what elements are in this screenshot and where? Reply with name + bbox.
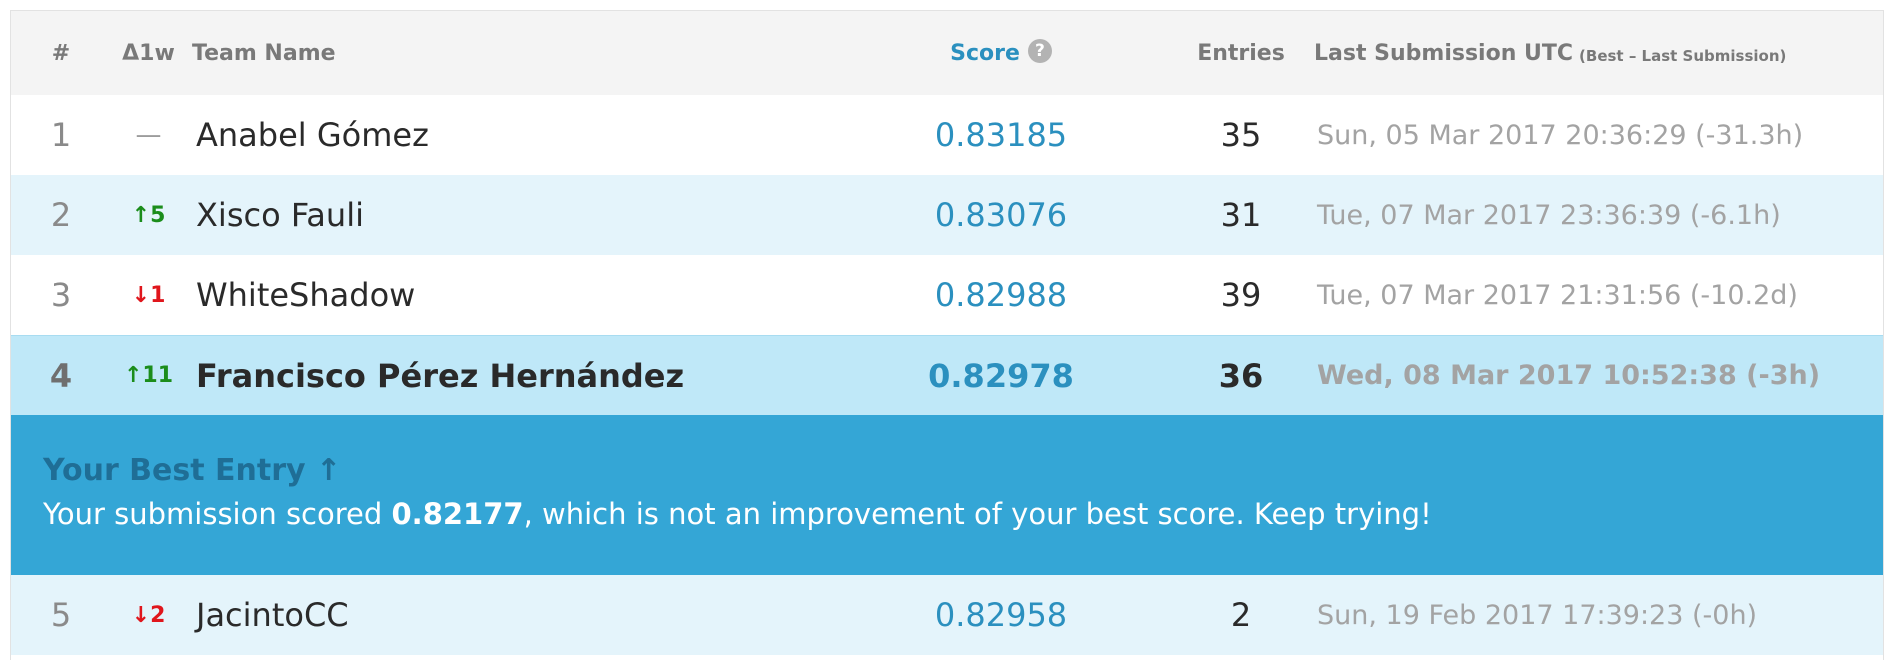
banner-message: Your submission scored 0.82177, which is… [43,497,1432,531]
header-last-submission[interactable]: Last Submission UTC (Best – Last Submiss… [1314,11,1883,95]
header-last-label: Last Submission UTC [1314,40,1574,66]
arrow-down-icon: ↓ [131,282,151,308]
delta-cell: ↓ 2 [111,575,186,655]
delta-cell: — [111,95,186,175]
delta-value: 5 [150,202,166,228]
header-score-label: Score [950,40,1020,66]
header-entries[interactable]: Entries [1141,11,1341,95]
score-cell: 0.82978 [928,356,1074,395]
header-team-name[interactable]: Team Name [192,11,892,95]
table-row[interactable]: 2 ↑ 5 Xisco Fauli 0.83076 31 Tue, 07 Mar … [11,175,1883,255]
last-submission-cell: Sun, 19 Feb 2017 17:39:23 (-0h) [1317,599,1758,631]
table-row[interactable]: 5 ↓ 2 JacintoCC 0.82958 2 Sun, 19 Feb 201… [11,575,1883,655]
entries-cell: 2 [1230,596,1252,634]
header-delta[interactable]: Δ1w [111,11,186,95]
delta-value: 2 [150,602,166,628]
delta-value: 1 [150,282,166,308]
leaderboard-header: # Δ1w Team Name Score ? Entries Last Sub… [11,11,1883,95]
team-name-link[interactable]: Francisco Pérez Hernández [196,336,896,415]
arrow-up-icon: ↑ [131,202,151,228]
entries-cell: 35 [1220,116,1262,154]
rank-cell: 3 [50,276,72,314]
last-submission-cell: Tue, 07 Mar 2017 23:36:39 (-6.1h) [1317,199,1781,231]
last-submission-cell: Sun, 05 Mar 2017 20:36:29 (-31.3h) [1317,119,1804,151]
rank-cell: 2 [50,196,72,234]
entries-cell: 39 [1220,276,1262,314]
no-change-dash: — [135,120,162,150]
score-cell: 0.82958 [934,596,1068,634]
score-cell: 0.82988 [934,276,1068,314]
last-submission-cell: Wed, 08 Mar 2017 10:52:38 (-3h) [1317,360,1821,391]
header-score[interactable]: Score ? [891,11,1111,95]
team-name-link[interactable]: Anabel Gómez [196,95,896,175]
entries-cell: 31 [1220,196,1262,234]
score-cell: 0.83076 [934,196,1068,234]
leaderboard: # Δ1w Team Name Score ? Entries Last Sub… [10,10,1884,660]
last-submission-cell: Tue, 07 Mar 2017 21:31:56 (-10.2d) [1317,279,1798,311]
delta-cell: ↑ 5 [111,175,186,255]
table-row[interactable]: 1 — Anabel Gómez 0.83185 35 Sun, 05 Mar … [11,95,1883,175]
rank-cell: 1 [50,116,72,154]
help-icon[interactable]: ? [1027,39,1052,63]
team-name-link[interactable]: WhiteShadow [196,255,896,335]
rank-cell: 4 [49,356,73,395]
rank-cell: 5 [50,596,72,634]
delta-value: 11 [142,363,174,388]
arrow-down-icon: ↓ [131,602,151,628]
team-name-link[interactable]: Xisco Fauli [196,175,896,255]
delta-cell: ↑ 11 [111,336,186,415]
banner-msg-score: 0.82177 [391,497,524,531]
entries-cell: 36 [1218,356,1264,395]
banner-title: Your Best Entry ↑ [43,453,342,488]
banner-msg-prefix: Your submission scored [43,497,392,531]
header-rank: # [51,40,71,66]
delta-cell: ↓ 1 [111,255,186,335]
banner-msg-suffix: , which is not an improvement of your be… [523,497,1432,531]
score-cell: 0.83185 [934,116,1068,154]
table-row-current-user[interactable]: 4 ↑ 11 Francisco Pérez Hernández 0.82978 … [11,335,1883,415]
header-last-note: (Best – Last Submission) [1579,47,1787,65]
arrow-up-icon: ↑ [123,363,143,388]
best-entry-banner: Your Best Entry ↑ Your submission scored… [11,415,1883,575]
table-row[interactable]: 3 ↓ 1 WhiteShadow 0.82988 39 Tue, 07 Mar … [11,255,1883,335]
team-name-link[interactable]: JacintoCC [196,575,896,655]
